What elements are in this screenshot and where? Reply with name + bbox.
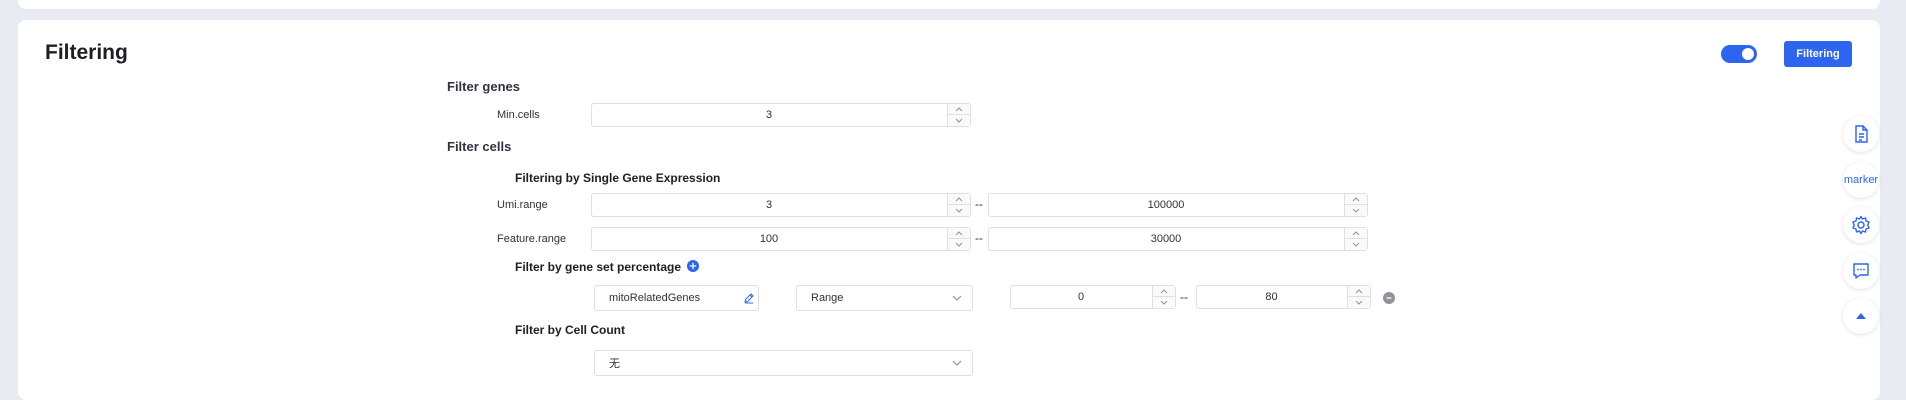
chat-icon [1853,263,1869,279]
umi-max-value: 100000 [1147,199,1185,211]
panel-title: Filtering [45,41,128,64]
decrement-button[interactable] [948,205,970,216]
gene-set-mode-select[interactable]: Range [796,285,973,311]
filter-genes-title: Filter genes [447,79,520,94]
range-separator: -- [1180,290,1188,304]
chevron-down-icon [1355,300,1363,305]
chevron-up-icon [955,230,963,235]
feature-min-input[interactable]: 100 [591,227,971,251]
feature-min-value: 100 [759,233,779,245]
min-cells-input[interactable]: 3 [591,103,971,127]
chevron-down-icon [955,242,963,247]
gene-set-min-input[interactable]: 0 [1010,285,1176,309]
umi-min-value: 3 [765,199,773,211]
feature-max-input[interactable]: 30000 [988,227,1368,251]
umi-max-stepper [1344,194,1367,216]
feature-max-stepper [1344,228,1367,250]
chevron-down-icon [955,118,963,123]
gene-set-mode-value: Range [811,292,844,304]
filtering-toggle[interactable] [1721,45,1757,63]
chevron-down-icon [1352,208,1360,213]
document-icon [1855,125,1868,143]
feature-range-label: Feature.range [497,233,567,245]
chevron-up-icon [1160,288,1168,293]
chevron-down-icon [952,295,962,301]
back-to-top-button[interactable] [1843,298,1879,334]
chevron-up-icon [955,106,963,111]
minus-icon [1386,297,1392,299]
chevron-down-icon [955,208,963,213]
umi-min-stepper [947,194,970,216]
marker-label: marker [1843,174,1879,186]
previous-card [18,0,1880,9]
document-button[interactable] [1843,116,1879,152]
filter-cells-title: Filter cells [447,139,512,154]
chevron-up-icon [1355,288,1363,293]
gene-set-title: Filter by gene set percentage [515,260,682,274]
gene-set-name-value: mitoRelatedGenes [609,292,701,304]
chat-button[interactable] [1843,253,1879,289]
gear-icon [1852,215,1870,235]
decrement-button[interactable] [948,239,970,250]
cell-count-select[interactable]: 无 [594,350,973,376]
single-gene-title: Filtering by Single Gene Expression [515,171,721,185]
chevron-up-icon [1352,230,1360,235]
arrow-up-icon [1856,313,1866,319]
min-cells-value: 3 [765,109,773,121]
gene-set-max-value: 80 [1265,291,1278,303]
chevron-up-icon [955,196,963,201]
settings-button[interactable] [1843,207,1879,243]
cell-count-value: 无 [609,358,620,370]
decrement-button[interactable] [1345,205,1367,216]
range-separator: -- [975,197,983,211]
filtering-run-button[interactable]: Filtering [1784,41,1852,67]
min-cells-stepper [947,104,970,126]
increment-button[interactable] [948,228,970,239]
decrement-button[interactable] [1153,297,1175,308]
gene-set-name-input[interactable]: mitoRelatedGenes [594,285,759,311]
increment-button[interactable] [948,194,970,205]
add-gene-set-icon[interactable] [687,260,699,272]
gene-set-max-input[interactable]: 80 [1196,285,1371,309]
increment-button[interactable] [1153,286,1175,297]
chevron-down-icon [1160,300,1168,305]
toggle-knob [1742,48,1754,60]
chevron-down-icon [1352,242,1360,247]
feature-max-value: 30000 [1150,233,1182,245]
decrement-button[interactable] [948,115,970,126]
gene-set-min-stepper [1152,286,1175,308]
gene-set-max-stepper [1347,286,1370,308]
umi-range-label: Umi.range [497,199,548,211]
range-separator: -- [975,231,983,245]
chevron-down-icon [952,360,962,366]
increment-button[interactable] [1348,286,1370,297]
plus-icon [689,262,697,270]
feature-min-stepper [947,228,970,250]
edit-icon[interactable] [743,292,755,304]
decrement-button[interactable] [1345,239,1367,250]
umi-max-input[interactable]: 100000 [988,193,1368,217]
remove-gene-set-icon[interactable] [1383,292,1395,304]
decrement-button[interactable] [1348,297,1370,308]
marker-button[interactable]: marker [1843,162,1879,198]
umi-min-input[interactable]: 3 [591,193,971,217]
gene-set-min-value: 0 [1077,291,1085,303]
increment-button[interactable] [948,104,970,115]
cell-count-title: Filter by Cell Count [515,323,626,337]
chevron-up-icon [1352,196,1360,201]
increment-button[interactable] [1345,194,1367,205]
increment-button[interactable] [1345,228,1367,239]
min-cells-label: Min.cells [497,109,540,121]
